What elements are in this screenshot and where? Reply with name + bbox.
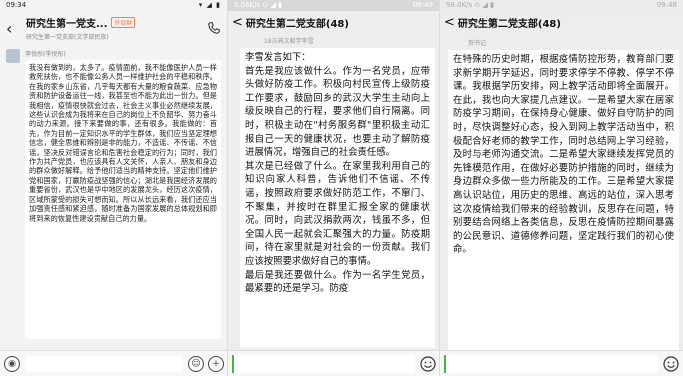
sender-name: 贺书记	[468, 40, 487, 47]
chat-header: ‹ 研究生第一党支... 外部群 研究生第一党支部(文学部民族)	[0, 11, 227, 45]
emoji-icon[interactable]	[663, 355, 679, 372]
voice-icon[interactable]: ◉	[4, 355, 20, 372]
back-arrow-icon[interactable]: ‹	[6, 19, 20, 38]
sender-row: 18古典文献学李雪	[228, 33, 439, 48]
input-bar: ◉ ☺ +	[0, 350, 227, 376]
message-input[interactable]	[232, 354, 415, 373]
chat-title-text: 研究生第一党支...	[26, 19, 108, 30]
chat-panel-2: 0.06K/s ⊙ ◢ ▮ 09:49 < 研究生第二党支部(48) 18古典文…	[228, 0, 440, 376]
chat-header: < 研究生第二党支部(48)	[228, 11, 439, 33]
status-bar: 98.0K/s ⊙ ◢ ▮ 09:48	[440, 0, 683, 11]
chat-title-block[interactable]: 研究生第一党支... 外部群 研究生第一党支部(文学部民族)	[26, 15, 203, 41]
back-arrow-icon[interactable]: <	[444, 15, 455, 30]
message-row: 李悦彤(李悦彤) 我没有做到的，太多了。疫情面前，我不能像医护人员一样救死扶伤，…	[0, 45, 227, 339]
sender-name: 李悦彤(李悦彤)	[25, 51, 66, 58]
input-bar	[440, 350, 683, 376]
avatar[interactable]	[6, 49, 20, 63]
emoji-icon[interactable]: ☺	[188, 355, 204, 372]
message-input[interactable]	[25, 355, 183, 372]
phone-icon[interactable]	[207, 21, 221, 35]
status-info: 0.06K/s ⊙ ◢ ▮	[234, 1, 282, 9]
status-time: 09:34	[6, 1, 27, 9]
status-info: 98.0K/s ⊙ ◢ ▮	[446, 1, 494, 9]
status-icons: ▾ ◢ ▮	[198, 1, 221, 9]
chat-subtitle: 研究生第一党支部(文学部民族)	[26, 34, 109, 41]
chat-title: 研究生第二党支部(48)	[245, 18, 349, 30]
message-input[interactable]	[444, 354, 658, 373]
status-time: 09:48	[656, 1, 677, 9]
chat-title: 研究生第一党支... 外部群	[26, 15, 203, 30]
status-bar: 09:34 ▾ ◢ ▮	[0, 0, 227, 11]
message-bubble[interactable]: 我没有做到的，太多了。疫情面前，我不能像医护人员一样救死扶伤，也不能像公务人员一…	[25, 60, 221, 339]
chat-panel-1: 09:34 ▾ ◢ ▮ ‹ 研究生第一党支... 外部群 研究生第一党支部(文学…	[0, 0, 228, 376]
plus-icon[interactable]: +	[208, 355, 224, 372]
emoji-icon[interactable]	[420, 355, 436, 372]
sender-name: 18古典文献学李雪	[264, 38, 314, 45]
input-bar	[228, 350, 439, 376]
chat-panel-3: 98.0K/s ⊙ ◢ ▮ 09:48 < 研究生第二党支部(48) 贺书记 在…	[440, 0, 683, 376]
external-group-badge: 外部群	[111, 17, 136, 28]
message-text: 李雪发言如下： 首先是我应该做什么。作为一名党员，应带头做好防疫工作。积极向村民…	[245, 52, 430, 295]
status-time: 09:49	[412, 1, 433, 9]
chat-title: 研究生第二党支部(48)	[457, 18, 561, 30]
message-bubble[interactable]: 李雪发言如下： 首先是我应该做什么。作为一名党员，应带头做好防疫工作。积极向村民…	[240, 48, 435, 348]
chat-header: < 研究生第二党支部(48)	[440, 11, 683, 33]
message-column: 李悦彤(李悦彤) 我没有做到的，太多了。疫情面前，我不能像医护人员一样救死扶伤，…	[25, 49, 221, 339]
back-arrow-icon[interactable]: <	[232, 15, 243, 30]
message-bubble[interactable]: 在特殊的历史时期，根据疫情防控形势，教育部门要求新学期开学延迟，同时要求停学不停…	[448, 50, 679, 350]
status-bar: 0.06K/s ⊙ ◢ ▮ 09:49	[228, 0, 439, 11]
